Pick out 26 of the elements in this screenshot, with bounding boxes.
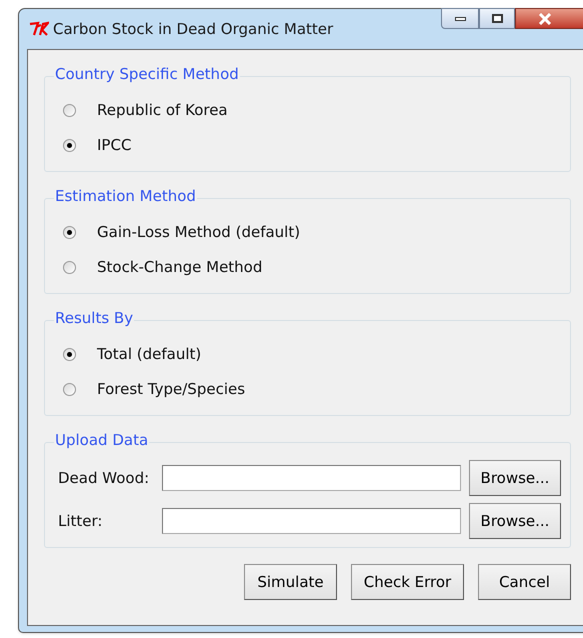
browse-button[interactable]: Browse...: [469, 503, 561, 539]
file-path-field[interactable]: [162, 508, 461, 534]
dialog-button[interactable]: Cancel: [478, 564, 571, 600]
radio-label: Republic of Korea: [97, 100, 228, 122]
file-path-field[interactable]: [162, 465, 461, 491]
close-button[interactable]: [515, 8, 583, 29]
radio-button[interactable]: [63, 226, 76, 239]
close-icon: [538, 12, 552, 24]
dialog-button[interactable]: Check Error: [351, 564, 464, 600]
window-title: Carbon Stock in Dead Organic Matter: [53, 18, 334, 40]
field-label: Litter:: [58, 510, 104, 532]
maximize-button[interactable]: [479, 8, 515, 29]
radio-button[interactable]: [63, 139, 76, 152]
radio-button[interactable]: [63, 383, 76, 396]
radio-button[interactable]: [63, 261, 76, 274]
radio-label: Forest Type/Species: [97, 379, 246, 400]
minimize-button[interactable]: [441, 8, 479, 29]
radio-label: Gain-Loss Method (default): [97, 222, 300, 244]
radio-button[interactable]: [63, 348, 76, 361]
radio-label: IPCC: [97, 135, 132, 156]
radio-label: Stock-Change Method: [97, 257, 262, 278]
radio-button[interactable]: [63, 104, 76, 117]
radio-label: Total (default): [97, 344, 202, 366]
dialog-button[interactable]: Simulate: [244, 564, 337, 600]
field-label: Dead Wood:: [58, 468, 150, 489]
browse-button[interactable]: Browse...: [469, 460, 561, 496]
